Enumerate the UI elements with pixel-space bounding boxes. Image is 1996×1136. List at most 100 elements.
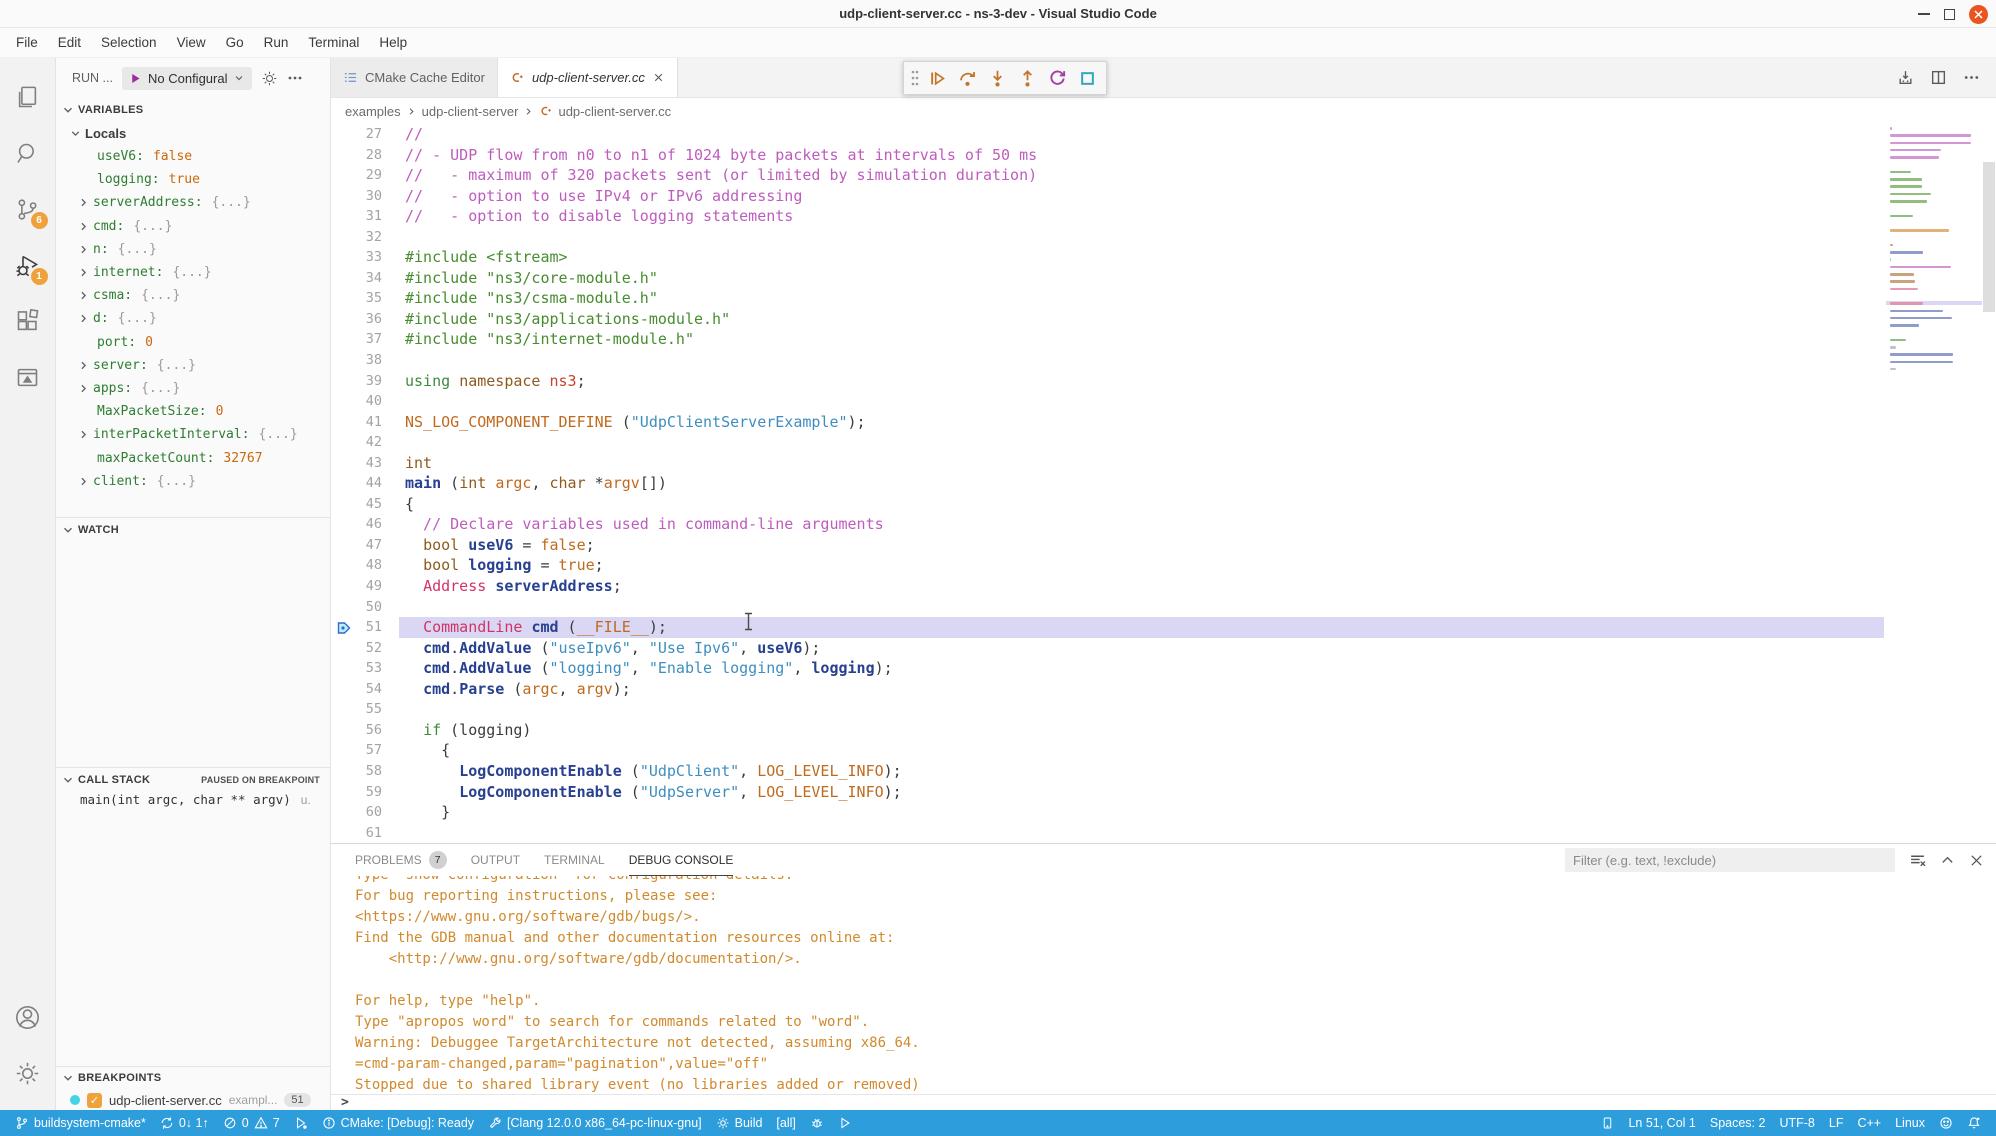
variable-row[interactable]: cmd:{...} <box>56 215 330 238</box>
variable-row[interactable]: useV6:false <box>56 145 330 168</box>
line-number-gutter[interactable]: 48 <box>331 555 399 576</box>
code-line[interactable]: 46 // Declare variables used in command-… <box>331 514 1996 535</box>
gear-icon[interactable] <box>261 70 278 87</box>
line-number-gutter[interactable]: 44 <box>331 473 399 494</box>
explorer-icon[interactable] <box>5 72 51 122</box>
code-line[interactable]: 39using namespace ns3; <box>331 371 1996 392</box>
launch-target-button[interactable] <box>831 1116 859 1130</box>
settings-gear-icon[interactable] <box>5 1048 51 1098</box>
code-line[interactable]: 42 <box>331 432 1996 453</box>
menu-run[interactable]: Run <box>254 31 299 54</box>
line-number-gutter[interactable]: 31 <box>331 206 399 227</box>
line-number-gutter[interactable]: 32 <box>331 227 399 248</box>
line-number-gutter[interactable]: 52 <box>331 638 399 659</box>
close-icon[interactable] <box>1969 5 1988 24</box>
indentation-item[interactable]: Spaces: 2 <box>1703 1116 1773 1130</box>
variable-row[interactable]: interPacketInterval:{...} <box>56 423 330 446</box>
code-line[interactable]: 28// - UDP flow from n0 to n1 of 1024 by… <box>331 145 1996 166</box>
code-line[interactable]: 51 CommandLine cmd (__FILE__); <box>331 617 1996 638</box>
encoding-item[interactable]: UTF-8 <box>1772 1116 1821 1130</box>
code-line[interactable]: 27// <box>331 124 1996 145</box>
code-line[interactable]: 61 <box>331 823 1996 843</box>
os-item[interactable]: Linux <box>1888 1116 1932 1130</box>
minimap[interactable] <box>1886 126 1982 843</box>
split-editor-icon[interactable] <box>1930 69 1947 86</box>
code-line[interactable]: 55 <box>331 699 1996 720</box>
code-line[interactable]: 44main (int argc, char *argv[]) <box>331 473 1996 494</box>
variable-row[interactable]: maxPacketCount:32767 <box>56 446 330 469</box>
menu-terminal[interactable]: Terminal <box>298 31 369 54</box>
variable-row[interactable]: server:{...} <box>56 354 330 377</box>
code-line[interactable]: 29// - maximum of 320 packets sent (or l… <box>331 165 1996 186</box>
code-line[interactable]: 56 if (logging) <box>331 720 1996 741</box>
console-filter-input[interactable] <box>1565 848 1895 872</box>
line-number-gutter[interactable]: 36 <box>331 309 399 330</box>
code-line[interactable]: 30// - option to use IPv4 or IPv6 addres… <box>331 186 1996 207</box>
line-number-gutter[interactable]: 46 <box>331 514 399 535</box>
editor-scrollbar[interactable] <box>1983 162 1995 312</box>
code-line[interactable]: 36#include "ns3/applications-module.h" <box>331 309 1996 330</box>
breadcrumb-item[interactable]: udp-client-server.cc <box>558 104 671 119</box>
line-number-gutter[interactable]: 43 <box>331 453 399 474</box>
line-number-gutter[interactable]: 51 <box>331 617 399 638</box>
debug-launch-item[interactable] <box>287 1116 315 1130</box>
line-number-gutter[interactable]: 29 <box>331 165 399 186</box>
panel-tab-terminal[interactable]: TERMINAL <box>544 844 605 876</box>
debug-config-dropdown[interactable]: No Configural <box>122 67 253 90</box>
feedback-item[interactable] <box>1932 1116 1960 1130</box>
line-number-gutter[interactable]: 34 <box>331 268 399 289</box>
variable-row[interactable]: MaxPacketSize:0 <box>56 400 330 423</box>
line-number-gutter[interactable]: 30 <box>331 186 399 207</box>
debug-console-output[interactable]: Type "show configuration" for configurat… <box>331 876 1996 1094</box>
source-control-icon[interactable]: 6 <box>5 184 51 234</box>
remote-device-item[interactable] <box>1594 1116 1621 1130</box>
line-number-gutter[interactable]: 57 <box>331 740 399 761</box>
more-actions-icon[interactable] <box>1963 69 1980 86</box>
line-number-gutter[interactable]: 56 <box>331 720 399 741</box>
code-line[interactable]: 35#include "ns3/csma-module.h" <box>331 288 1996 309</box>
code-line[interactable]: 38 <box>331 350 1996 371</box>
variable-row[interactable]: serverAddress:{...} <box>56 191 330 214</box>
line-number-gutter[interactable]: 60 <box>331 802 399 823</box>
sync-changes-item[interactable]: 0↓ 1↑ <box>153 1116 216 1130</box>
eol-item[interactable]: LF <box>1822 1116 1851 1130</box>
step-over-button[interactable] <box>954 65 981 92</box>
close-panel-icon[interactable] <box>1969 853 1984 868</box>
variable-row[interactable]: client:{...} <box>56 470 330 493</box>
code-line[interactable]: 60 } <box>331 802 1996 823</box>
code-line[interactable]: 37#include "ns3/internet-module.h" <box>331 329 1996 350</box>
line-number-gutter[interactable]: 33 <box>331 247 399 268</box>
code-line[interactable]: 32 <box>331 227 1996 248</box>
menu-view[interactable]: View <box>167 31 216 54</box>
menu-selection[interactable]: Selection <box>91 31 167 54</box>
code-line[interactable]: 45{ <box>331 494 1996 515</box>
code-line[interactable]: 41NS_LOG_COMPONENT_DEFINE ("UdpClientSer… <box>331 412 1996 433</box>
menu-go[interactable]: Go <box>216 31 254 54</box>
line-number-gutter[interactable]: 59 <box>331 782 399 803</box>
more-actions-icon[interactable] <box>287 70 303 86</box>
line-number-gutter[interactable]: 53 <box>331 658 399 679</box>
panel-tab-output[interactable]: OUTPUT <box>471 844 520 876</box>
maximize-panel-icon[interactable] <box>1940 853 1955 868</box>
variable-row[interactable]: n:{...} <box>56 238 330 261</box>
close-tab-icon[interactable] <box>652 71 665 84</box>
panel-tab-debug-console[interactable]: DEBUG CONSOLE <box>629 844 734 876</box>
test-explorer-icon[interactable] <box>5 352 51 402</box>
tab-cmake-cache-editor[interactable]: CMake Cache Editor <box>331 58 498 97</box>
run-file-icon[interactable] <box>1897 69 1914 86</box>
line-number-gutter[interactable]: 49 <box>331 576 399 597</box>
code-line[interactable]: 47 bool useV6 = false; <box>331 535 1996 556</box>
line-number-gutter[interactable]: 47 <box>331 535 399 556</box>
notifications-item[interactable] <box>1960 1116 1988 1130</box>
line-number-gutter[interactable]: 39 <box>331 371 399 392</box>
call-stack-header[interactable]: CALL STACK PAUSED ON BREAKPOINT <box>56 768 330 792</box>
code-line[interactable]: 59 LogComponentEnable ("UdpServer", LOG_… <box>331 782 1996 803</box>
variables-header[interactable]: VARIABLES <box>56 98 330 122</box>
cmake-status-item[interactable]: CMake: [Debug]: Ready <box>315 1116 481 1130</box>
variable-row[interactable]: d:{...} <box>56 307 330 330</box>
git-branch-item[interactable]: buildsystem-cmake* <box>8 1116 153 1130</box>
code-line[interactable]: 33#include <fstream> <box>331 247 1996 268</box>
variable-row[interactable]: apps:{...} <box>56 377 330 400</box>
breakpoint-item[interactable]: ✓ udp-client-server.cc exampl... 51 <box>56 1089 330 1110</box>
code-line[interactable]: 43int <box>331 453 1996 474</box>
